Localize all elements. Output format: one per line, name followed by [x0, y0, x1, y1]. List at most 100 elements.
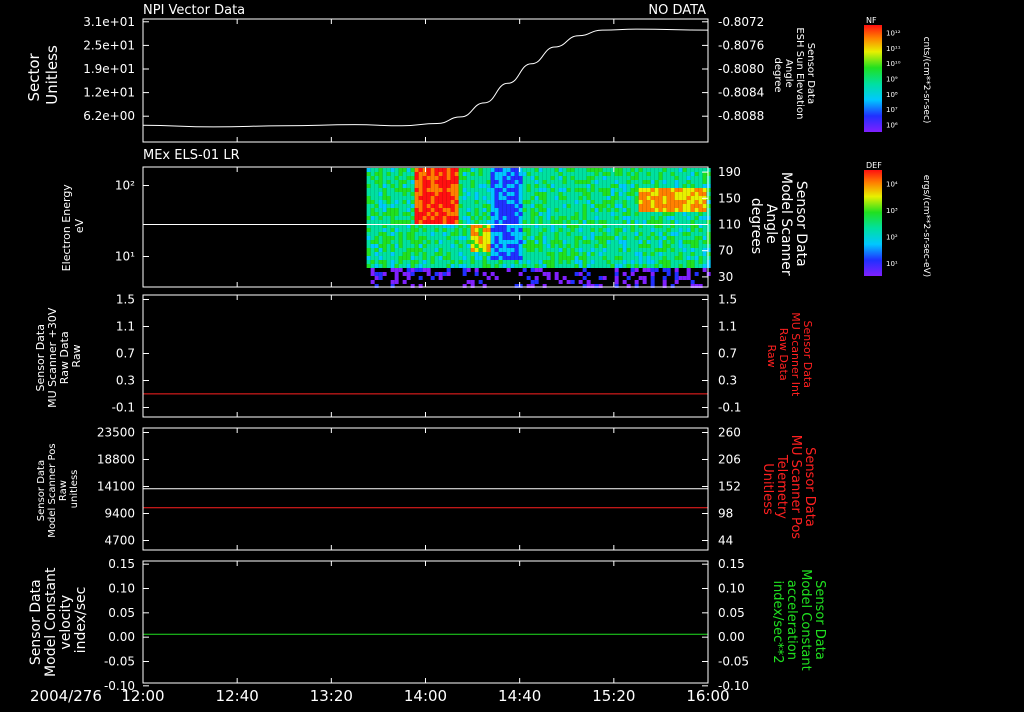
spectrogram-cell — [442, 252, 447, 256]
spectrogram-cell — [682, 232, 687, 236]
spectrogram-cell — [426, 204, 431, 208]
spectrogram-cell — [458, 228, 463, 232]
spectrogram-cell — [654, 248, 659, 252]
spectrogram-cell — [430, 276, 435, 280]
spectrogram-cell — [386, 200, 391, 204]
spectrogram-cell — [390, 280, 395, 284]
spectrogram-cell — [570, 172, 575, 176]
spectrogram-cell — [646, 244, 651, 248]
spectrogram-cell — [570, 244, 575, 248]
spectrogram-cell — [430, 204, 435, 208]
spectrogram-cell — [678, 276, 683, 280]
spectrogram-cell — [498, 184, 503, 188]
spectrogram-cell — [386, 240, 391, 244]
spectrogram-cell — [454, 260, 459, 264]
spectrogram-cell — [646, 256, 651, 260]
spectrogram-cell — [434, 248, 439, 252]
spectrogram-cell — [398, 256, 403, 260]
spectrogram-cell — [418, 212, 423, 216]
spectrogram-cell — [494, 260, 499, 264]
spectrogram-cell — [578, 236, 583, 240]
spectrogram-cell — [470, 184, 475, 188]
spectrogram-cell — [570, 232, 575, 236]
spectrogram-cell — [542, 228, 547, 232]
spectrogram-cell — [490, 184, 495, 188]
spectrogram-cell — [622, 176, 627, 180]
spectrogram-cell — [562, 220, 567, 224]
spectrogram-cell — [386, 188, 391, 192]
spectrogram-cell — [646, 220, 651, 224]
spectrogram-cell — [698, 180, 703, 184]
spectrogram-cell — [646, 252, 651, 256]
spectrogram-cell — [634, 232, 639, 236]
spectrogram-cell — [610, 256, 615, 260]
spectrogram-cell — [542, 248, 547, 252]
spectrogram-cell — [414, 268, 419, 272]
left-axis-label-line: Model Constant — [43, 567, 59, 677]
spectrogram-cell — [438, 244, 443, 248]
spectrogram-cell — [402, 176, 407, 180]
spectrogram-cell — [466, 260, 471, 264]
spectrogram-cell — [386, 176, 391, 180]
spectrogram-cell — [390, 244, 395, 248]
spectrogram-cell — [654, 216, 659, 220]
spectrogram-cell — [398, 232, 403, 236]
spectrogram-cell — [406, 272, 411, 276]
spectrogram-cell — [598, 212, 603, 216]
spectrogram-cell — [454, 248, 459, 252]
spectrogram-cell — [614, 188, 619, 192]
spectrogram-cell — [418, 216, 423, 220]
spectrogram-cell — [454, 256, 459, 260]
spectrogram-cell — [394, 184, 399, 188]
spectrogram-cell — [458, 200, 463, 204]
left-tick-label: 14100 — [97, 480, 135, 494]
spectrogram-cell — [474, 264, 479, 268]
spectrogram-cell — [562, 228, 567, 232]
spectrogram-cell — [374, 176, 379, 180]
spectrogram-cell — [650, 192, 655, 196]
spectrogram-cell — [530, 180, 535, 184]
right-tick-label: 206 — [718, 453, 741, 467]
spectrogram-cell — [446, 272, 451, 276]
spectrogram-cell — [582, 188, 587, 192]
spectrogram-cell — [522, 240, 527, 244]
spectrogram-cell — [482, 208, 487, 212]
spectrogram-cell — [470, 260, 475, 264]
spectrogram-cell — [486, 240, 491, 244]
spectrogram-cell — [658, 176, 663, 180]
spectrogram-cell — [562, 172, 567, 176]
right-tick-label: -0.8076 — [718, 38, 764, 52]
spectrogram-cell — [594, 264, 599, 268]
spectrogram-cell — [538, 256, 543, 260]
spectrogram-cell — [502, 180, 507, 184]
spectrogram-cell — [514, 196, 519, 200]
spectrogram-cell — [426, 268, 431, 272]
spectrogram-cell — [602, 248, 607, 252]
spectrogram-cell — [390, 212, 395, 216]
spectrogram-cell — [546, 208, 551, 212]
spectrogram-cell — [702, 208, 707, 212]
spectrogram-cell — [574, 220, 579, 224]
spectrogram-cell — [682, 260, 687, 264]
spectrogram-cell — [506, 244, 511, 248]
spectrogram-cell — [570, 256, 575, 260]
spectrogram-cell — [706, 200, 711, 204]
spectrogram-cell — [490, 176, 495, 180]
spectrogram-cell — [510, 232, 515, 236]
spectrogram-cell — [414, 192, 419, 196]
spectrogram-cell — [626, 200, 631, 204]
spectrogram-cell — [406, 220, 411, 224]
spectrogram-cell — [542, 232, 547, 236]
spectrogram-cell — [614, 276, 619, 280]
spectrogram-cell — [674, 236, 679, 240]
left-tick-label: 23500 — [97, 426, 135, 440]
spectrogram-cell — [410, 180, 415, 184]
spectrogram-cell — [386, 256, 391, 260]
spectrogram-cell — [462, 232, 467, 236]
spectrogram-cell — [554, 276, 559, 280]
spectrogram-cell — [642, 216, 647, 220]
spectrogram-cell — [426, 212, 431, 216]
left-tick-label: 0.05 — [108, 606, 135, 620]
spectrogram-cell — [406, 228, 411, 232]
spectrogram-cell — [538, 184, 543, 188]
